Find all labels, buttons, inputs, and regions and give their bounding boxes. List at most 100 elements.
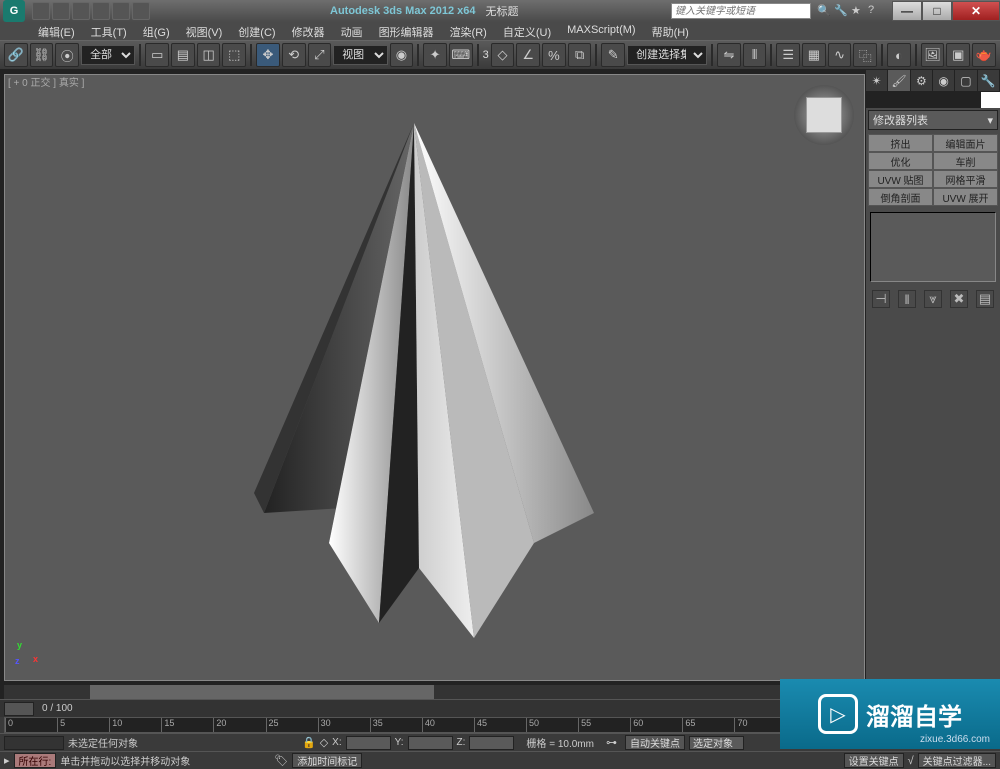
select-region-icon[interactable]: ◫ xyxy=(197,43,221,67)
graphite-icon[interactable]: ▦ xyxy=(802,43,826,67)
qat-redo-icon[interactable] xyxy=(112,2,130,20)
rotate-icon[interactable]: ⟲ xyxy=(282,43,306,67)
add-time-tag-button[interactable]: 添加时间标记 xyxy=(292,753,362,768)
time-slider[interactable] xyxy=(4,702,34,716)
star-icon[interactable]: ★ xyxy=(851,4,865,18)
menu-group[interactable]: 组(G) xyxy=(135,22,178,40)
modifier-stack[interactable] xyxy=(870,212,996,282)
select-name-icon[interactable]: ▤ xyxy=(171,43,195,67)
align-icon[interactable]: ⫴ xyxy=(743,43,767,67)
isolate-icon[interactable]: ◇ xyxy=(320,736,328,749)
close-button[interactable]: ✕ xyxy=(952,1,1000,21)
select-icon[interactable]: ▭ xyxy=(145,43,169,67)
key-mode-icon[interactable]: ⊶ xyxy=(606,736,617,749)
mod-btn[interactable]: 网格平滑 xyxy=(933,170,998,188)
refcoord-select[interactable]: 视图 xyxy=(333,45,387,65)
menu-customize[interactable]: 自定义(U) xyxy=(495,22,559,40)
editnamed-icon[interactable]: ✎ xyxy=(601,43,625,67)
menu-help[interactable]: 帮助(H) xyxy=(644,22,697,40)
key-filter-button[interactable]: 关键点过滤器... xyxy=(918,753,996,768)
mod-btn[interactable]: 编辑面片 xyxy=(933,134,998,152)
qat-more-icon[interactable] xyxy=(132,2,150,20)
qat-save-icon[interactable] xyxy=(72,2,90,20)
viewport-scrollbar-h[interactable] xyxy=(4,685,865,699)
pin-stack-icon[interactable]: ⊣ xyxy=(872,290,890,308)
layers-icon[interactable]: ☰ xyxy=(776,43,800,67)
tab-display[interactable]: ▢ xyxy=(955,70,977,91)
link-icon[interactable]: 🔗 xyxy=(4,43,28,67)
key-icon[interactable]: 🔧 xyxy=(834,4,848,18)
menu-tools[interactable]: 工具(T) xyxy=(83,22,135,40)
unlink-icon[interactable]: ⛓ xyxy=(30,43,54,67)
tab-motion[interactable]: ◉ xyxy=(933,70,955,91)
minimize-button[interactable]: — xyxy=(892,1,922,21)
menu-edit[interactable]: 编辑(E) xyxy=(30,22,83,40)
prompt-icon[interactable]: ▸ xyxy=(4,754,10,767)
tag-icon[interactable]: 🏷 xyxy=(274,754,288,767)
coord-y-input[interactable] xyxy=(408,736,453,750)
bind-icon[interactable]: ⦿ xyxy=(55,43,79,67)
keyboard-icon[interactable]: ⌨ xyxy=(449,43,473,67)
snap-icon[interactable]: ◇ xyxy=(491,43,515,67)
tab-create[interactable]: ✴ xyxy=(866,70,888,91)
object-name-input[interactable] xyxy=(4,736,64,750)
selection-filter-select[interactable]: 全部 xyxy=(81,45,135,65)
show-end-icon[interactable]: ‖ xyxy=(898,290,916,308)
tab-modify[interactable]: 🖌 xyxy=(888,70,910,91)
angle-snap-icon[interactable]: ∠ xyxy=(516,43,540,67)
scale-icon[interactable]: ⤢ xyxy=(308,43,332,67)
tab-utilities[interactable]: 🔧 xyxy=(978,70,1000,91)
autokey-button[interactable]: 自动关键点 xyxy=(625,735,685,750)
modifier-list-dropdown[interactable]: 修改器列表▾ xyxy=(868,110,998,130)
qat-open-icon[interactable] xyxy=(52,2,70,20)
viewcube[interactable] xyxy=(794,85,854,145)
spinner-snap-icon[interactable]: ⧉ xyxy=(568,43,592,67)
move-icon[interactable]: ✥ xyxy=(256,43,280,67)
coord-x-input[interactable] xyxy=(346,736,391,750)
remove-mod-icon[interactable]: ✖ xyxy=(950,290,968,308)
mirror-icon[interactable]: ⇋ xyxy=(717,43,741,67)
render-frame-icon[interactable]: ▣ xyxy=(946,43,970,67)
material-editor-icon[interactable]: ◐ xyxy=(887,43,911,67)
mod-btn[interactable]: UVW 贴图 xyxy=(868,170,933,188)
app-icon[interactable]: G xyxy=(3,0,25,22)
menu-views[interactable]: 视图(V) xyxy=(178,22,231,40)
window-crossing-icon[interactable]: ⬚ xyxy=(222,43,246,67)
lock-icon[interactable]: 🔒 xyxy=(302,736,316,749)
search-icon[interactable]: 🔍 xyxy=(817,4,831,18)
curve-editor-icon[interactable]: ∿ xyxy=(828,43,852,67)
render-setup-icon[interactable]: 🖼 xyxy=(921,43,945,67)
manipulate-icon[interactable]: ✦ xyxy=(423,43,447,67)
menu-maxscript[interactable]: MAXScript(M) xyxy=(559,22,643,40)
key-selset-input[interactable] xyxy=(689,736,744,750)
pivot-icon[interactable]: ◉ xyxy=(390,43,414,67)
schematic-icon[interactable]: ⿻ xyxy=(853,43,877,67)
mod-btn[interactable]: 车削 xyxy=(933,152,998,170)
coord-z-input[interactable] xyxy=(469,736,514,750)
object-color[interactable] xyxy=(866,92,1000,108)
setkey-button[interactable]: 设置关键点 xyxy=(844,753,904,768)
configure-sets-icon[interactable]: ▤ xyxy=(976,290,994,308)
viewport-label[interactable]: [ + 0 正交 ] 真实 ] xyxy=(8,74,84,89)
mod-btn[interactable]: UVW 展开 xyxy=(933,188,998,206)
menu-modifiers[interactable]: 修改器 xyxy=(284,22,333,40)
tab-hierarchy[interactable]: ⚙ xyxy=(911,70,933,91)
qat-undo-icon[interactable] xyxy=(92,2,110,20)
menu-grapheditors[interactable]: 图形编辑器 xyxy=(371,22,442,40)
make-unique-icon[interactable]: ⩔ xyxy=(924,290,942,308)
mod-btn[interactable]: 优化 xyxy=(868,152,933,170)
percent-snap-icon[interactable]: % xyxy=(542,43,566,67)
qat-new-icon[interactable] xyxy=(32,2,50,20)
maximize-button[interactable]: □ xyxy=(922,1,952,21)
render-icon[interactable]: 🫖 xyxy=(972,43,996,67)
viewport[interactable]: x y z xyxy=(4,74,865,681)
menu-animation[interactable]: 动画 xyxy=(333,22,371,40)
key-filter-icon[interactable]: √ xyxy=(908,755,914,767)
named-selset-select[interactable]: 创建选择集 xyxy=(627,45,707,65)
help-search-input[interactable] xyxy=(671,3,811,19)
mod-btn[interactable]: 倒角剖面 xyxy=(868,188,933,206)
menu-create[interactable]: 创建(C) xyxy=(230,22,283,40)
help-icon[interactable]: ? xyxy=(868,4,882,18)
menu-rendering[interactable]: 渲染(R) xyxy=(442,22,495,40)
mod-btn[interactable]: 挤出 xyxy=(868,134,933,152)
